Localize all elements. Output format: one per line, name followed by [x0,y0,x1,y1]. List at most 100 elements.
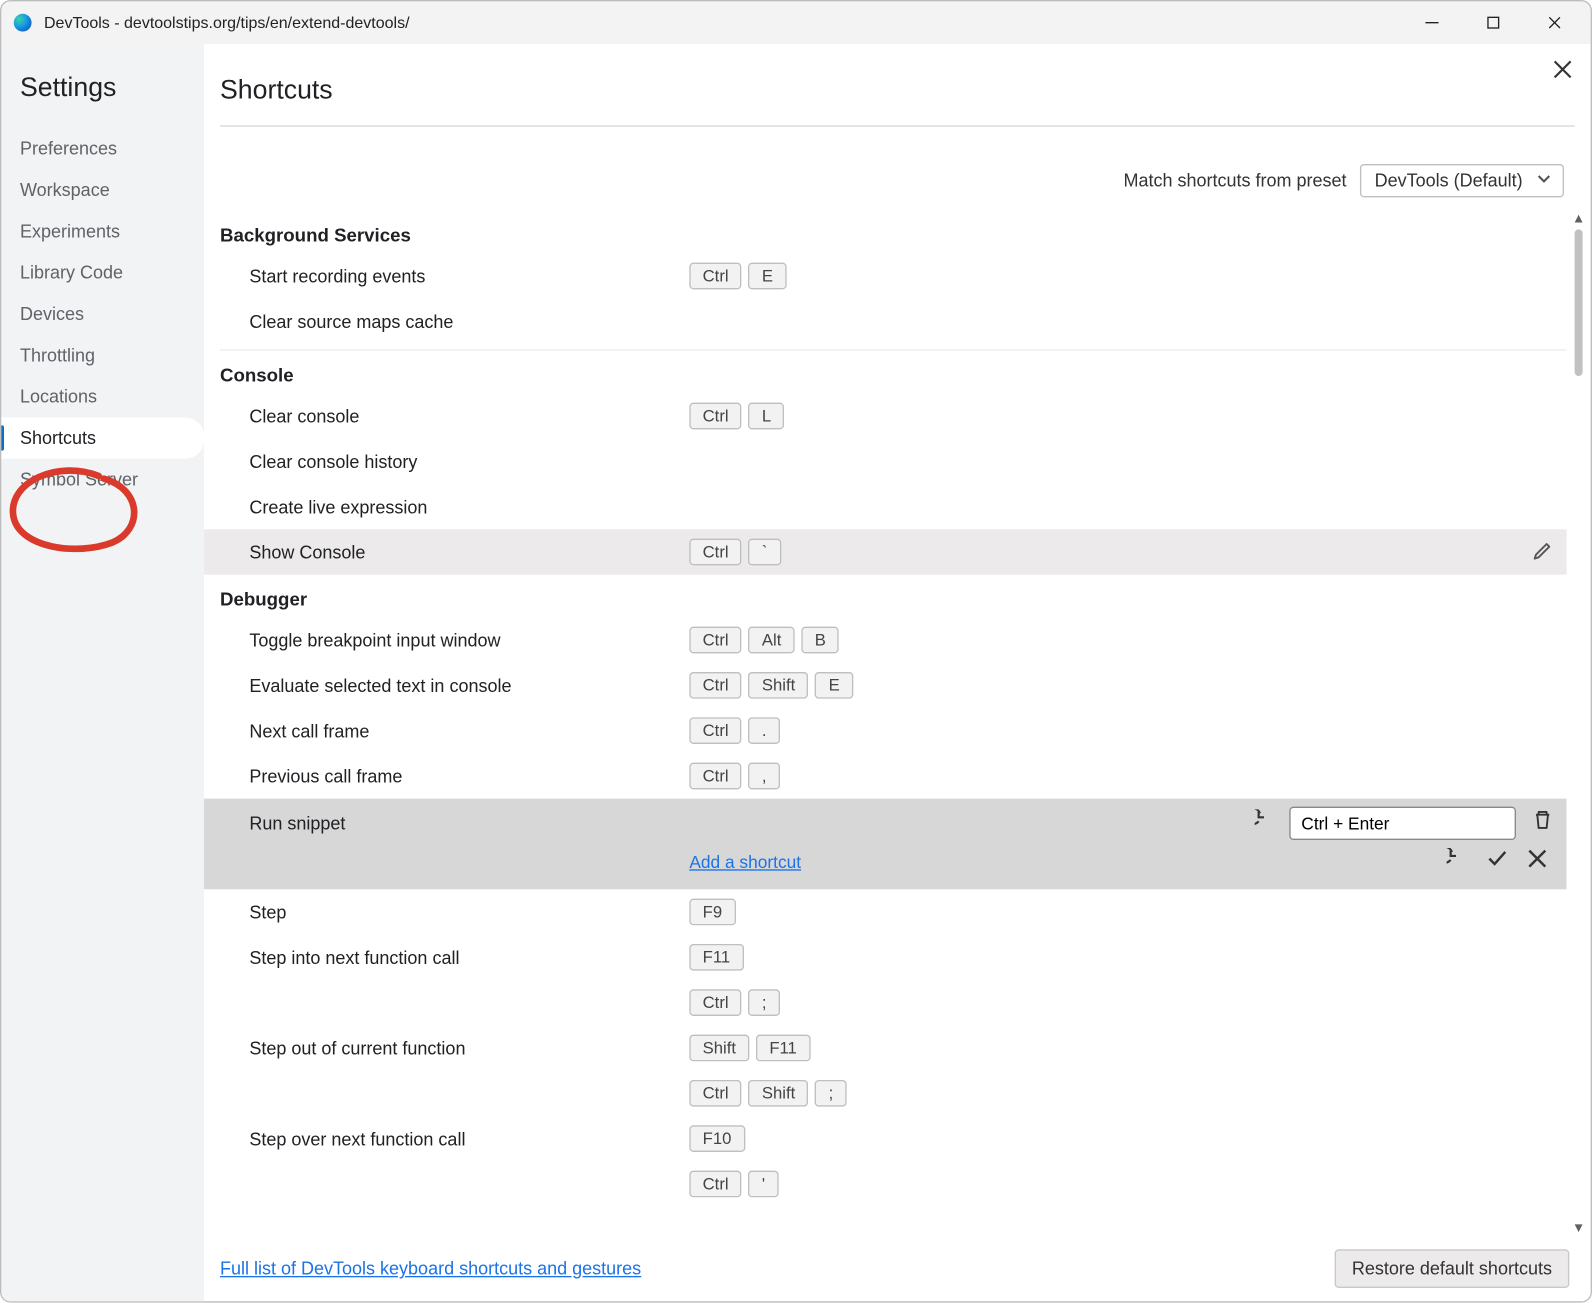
sidebar-item-label: Locations [20,387,97,407]
preset-label: Match shortcuts from preset [1123,171,1346,191]
row-start-recording[interactable]: Start recording events Ctrl E [204,253,1567,298]
key-chip: ' [749,1171,779,1198]
edge-app-icon [12,12,33,33]
key-chip: ; [815,1080,846,1107]
key-chip: F11 [756,1035,810,1062]
key-chip: Shift [689,1035,749,1062]
confirm-icon[interactable] [1487,848,1508,876]
restore-defaults-button[interactable]: Restore default shortcuts [1335,1249,1570,1288]
key-chip: Ctrl [689,627,742,654]
sidebar-item-shortcuts[interactable]: Shortcuts [1,417,204,458]
row-label: Show Console [249,542,689,562]
section-header-debugger: Debugger [204,575,1567,618]
key-chip: Shift [749,1080,809,1107]
section-header-background: Background Services [204,211,1567,254]
row-show-console[interactable]: Show Console Ctrl ` [204,529,1567,574]
row-label: Run snippet [249,813,644,833]
row-create-live-expression[interactable]: Create live expression [204,484,1567,529]
add-shortcut-link[interactable]: Add a shortcut [689,852,801,872]
row-label: Toggle breakpoint input window [249,630,689,650]
titlebar: DevTools - devtoolstips.org/tips/en/exte… [1,1,1590,44]
sidebar-item-library-code[interactable]: Library Code [1,252,204,293]
scroll-up-icon[interactable]: ▲ [1572,211,1585,227]
key-chip: Ctrl [689,989,742,1016]
row-step-out-alt[interactable]: Ctrl Shift ; [204,1071,1567,1116]
key-chip: , [749,763,780,790]
sidebar-item-label: Symbol Server [20,469,138,489]
key-chip: Ctrl [689,1171,742,1198]
sidebar-item-workspace[interactable]: Workspace [1,169,204,210]
undo-icon[interactable] [1447,848,1468,876]
row-evaluate-selected[interactable]: Evaluate selected text in console Ctrl S… [204,663,1567,708]
shortcuts-list: Background Services Start recording even… [204,211,1567,1236]
row-toggle-breakpoint[interactable]: Toggle breakpoint input window Ctrl Alt … [204,617,1567,662]
row-label: Clear source maps cache [249,311,689,331]
key-chip: . [749,717,780,744]
footer: Full list of DevTools keyboard shortcuts… [204,1236,1591,1301]
sidebar-item-label: Workspace [20,180,110,200]
scrollbar-thumb[interactable] [1575,229,1583,376]
key-chip: B [801,627,839,654]
row-step-over-alt[interactable]: Ctrl ' [204,1161,1567,1206]
cancel-icon[interactable] [1527,848,1548,876]
key-chip: F9 [689,899,735,926]
row-step-out[interactable]: Step out of current function Shift F11 [204,1025,1567,1070]
settings-main: Shortcuts Match shortcuts from preset De… [204,44,1591,1301]
row-step-into[interactable]: Step into next function call F11 [204,935,1567,980]
row-run-snippet-editing: Run snippet Add a shortcut [204,799,1567,890]
scroll-down-icon[interactable]: ▼ [1572,1220,1585,1236]
key-chip: Ctrl [689,263,742,290]
full-list-link[interactable]: Full list of DevTools keyboard shortcuts… [220,1259,641,1279]
row-label: Step [249,902,689,922]
maximize-button[interactable] [1463,1,1524,44]
sidebar-item-label: Shortcuts [20,428,96,448]
key-chip: ; [749,989,780,1016]
preset-select[interactable]: DevTools (Default) [1360,164,1564,197]
pencil-icon[interactable] [1532,539,1553,564]
key-chip: L [749,403,785,430]
key-chip: Ctrl [689,717,742,744]
sidebar-item-label: Devices [20,304,84,324]
key-chip: Shift [749,672,809,699]
minimize-button[interactable] [1401,1,1462,44]
scrollbar[interactable]: ▲ ▼ [1572,211,1585,1236]
sidebar-item-experiments[interactable]: Experiments [1,211,204,252]
row-step[interactable]: Step F9 [204,889,1567,934]
sidebar-title: Settings [1,60,204,128]
close-settings-button[interactable] [1553,60,1572,85]
sidebar-item-devices[interactable]: Devices [1,293,204,334]
row-label: Clear console [249,406,689,426]
row-clear-sourcemaps[interactable]: Clear source maps cache [204,299,1567,344]
close-window-button[interactable] [1524,1,1585,44]
revert-icon[interactable] [1255,809,1276,837]
key-chip: Ctrl [689,1080,742,1107]
row-label: Step into next function call [249,947,689,967]
shortcut-input[interactable] [1289,807,1516,840]
settings-sidebar: Settings Preferences Workspace Experimen… [1,44,204,1301]
row-prev-call-frame[interactable]: Previous call frame Ctrl , [204,753,1567,798]
row-step-into-alt[interactable]: Ctrl ; [204,980,1567,1025]
row-label: Step over next function call [249,1129,689,1149]
row-step-over[interactable]: Step over next function call F10 [204,1116,1567,1161]
row-label: Step out of current function [249,1038,689,1058]
sidebar-item-locations[interactable]: Locations [1,376,204,417]
chevron-down-icon [1536,171,1552,191]
row-label: Start recording events [249,266,689,286]
key-chip: ` [749,539,781,566]
row-clear-console-history[interactable]: Clear console history [204,439,1567,484]
key-chip: Ctrl [689,403,742,430]
sidebar-item-preferences[interactable]: Preferences [1,128,204,169]
window-title: DevTools - devtoolstips.org/tips/en/exte… [44,13,1401,32]
row-label: Clear console history [249,451,689,471]
key-chip: F11 [689,944,743,971]
key-chip: Ctrl [689,672,742,699]
sidebar-item-label: Library Code [20,263,123,283]
key-chip: Alt [749,627,795,654]
sidebar-item-symbol-server[interactable]: Symbol Server [1,459,204,500]
row-clear-console[interactable]: Clear console Ctrl L [204,393,1567,438]
preset-value: DevTools (Default) [1375,171,1523,191]
trash-icon[interactable] [1532,809,1553,837]
sidebar-item-throttling[interactable]: Throttling [1,335,204,376]
sidebar-item-label: Preferences [20,139,117,159]
row-next-call-frame[interactable]: Next call frame Ctrl . [204,708,1567,753]
